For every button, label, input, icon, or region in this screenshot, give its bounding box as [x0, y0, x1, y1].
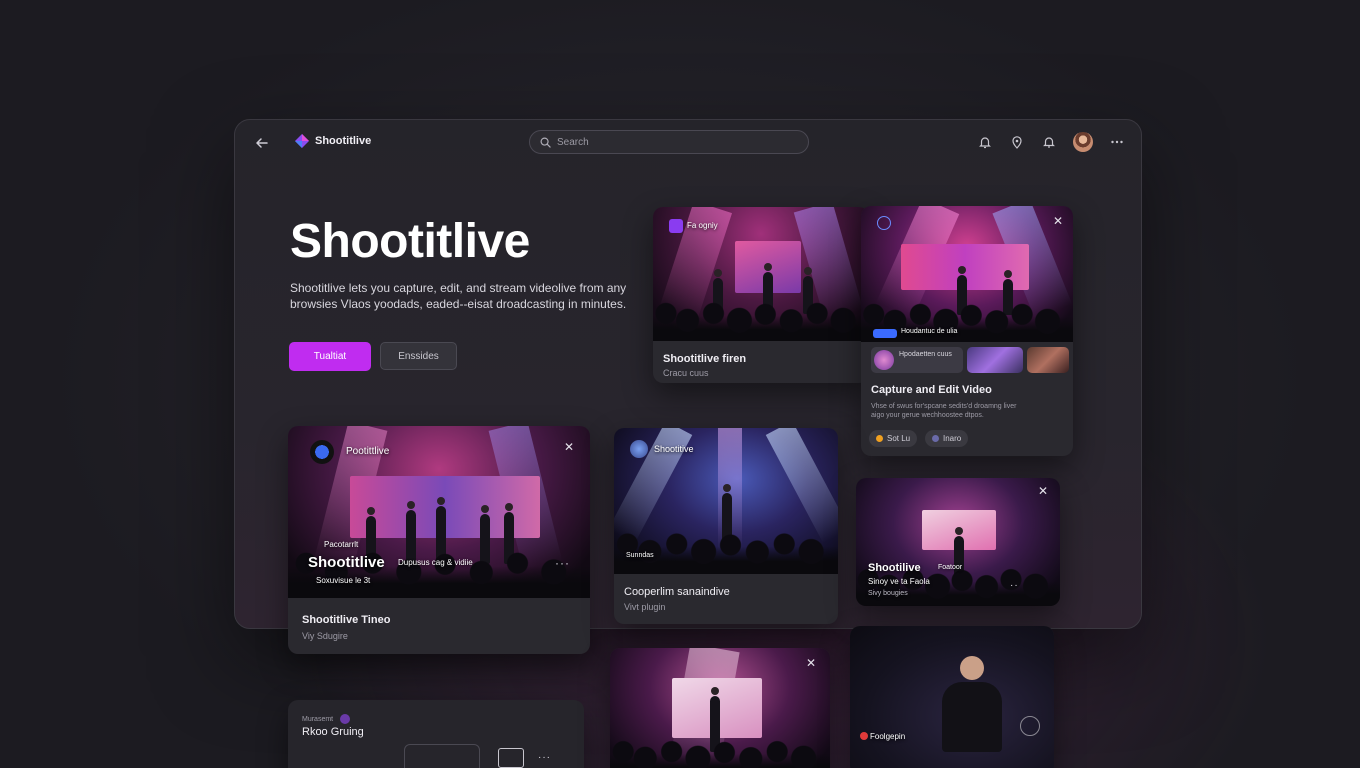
card-title: Capture and Edit Video — [871, 384, 992, 396]
live-badge — [873, 329, 897, 338]
card-subtitle: Vivt plugin — [624, 602, 666, 612]
video-card-performer[interactable]: ✕ — [610, 648, 830, 768]
more-options-icon[interactable] — [1109, 134, 1125, 150]
app-badge-icon — [669, 219, 683, 233]
search-bar[interactable] — [529, 130, 809, 154]
search-input[interactable] — [557, 136, 777, 148]
card-label: Murasemt — [302, 716, 334, 723]
video-card-bottom-left[interactable]: Murasemt Rkoo Gruing ··· — [288, 700, 584, 768]
card-title: Rkoo Gruing — [302, 726, 364, 738]
video-thumbnail: ✕ Shootilive Foatoor Sinoy ve ta Faola S… — [856, 478, 1060, 606]
overlay-extra: Dupusus cag & vidiie — [398, 558, 473, 567]
channel-avatar — [630, 440, 648, 458]
video-thumbnail: Pootittlive ✕ Pacotarrlt Shootitlive Dup… — [288, 426, 590, 598]
video-card-concert-top[interactable]: Fa ogniy Shootitlive firen Cracu cuus — [653, 207, 869, 383]
mini-thumbnail[interactable] — [1027, 347, 1069, 373]
more-options-icon[interactable]: ··· — [555, 556, 570, 570]
card-title: Shootitlive Tineo — [302, 614, 391, 626]
overlay-tag: Pacotarrlt — [324, 540, 359, 549]
top-bar: Shootitlive — [235, 120, 1141, 166]
mini-thumbnail[interactable]: Hpodaetten cuus — [871, 347, 963, 373]
card-subtitle: Cracu cuus — [663, 368, 709, 378]
channel-avatar — [310, 440, 334, 464]
card-subtitle: Sivy bougies — [868, 590, 908, 597]
chip-color-icon — [932, 435, 939, 442]
video-thumbnail: Fa ogniy — [653, 207, 869, 341]
chip-color-icon — [876, 435, 883, 442]
location-pin-icon[interactable] — [1009, 134, 1025, 150]
tag-chip[interactable]: Inaro — [925, 430, 969, 447]
primary-cta-button[interactable]: Tualtiat — [289, 342, 371, 371]
close-icon[interactable]: ✕ — [1036, 484, 1050, 498]
recording-dot — [860, 732, 868, 740]
overlay-subtitle: Soxuvisue le 3t — [316, 576, 371, 585]
brand-name: Shootitlive — [315, 135, 372, 147]
video-card-band[interactable]: Pootittlive ✕ Pacotarrlt Shootitlive Dup… — [288, 426, 590, 654]
hero-title: Shootitlive — [290, 215, 530, 268]
mini-thumbnail[interactable] — [967, 347, 1023, 373]
hero-description: Shootitlive lets you capture, edit, and … — [290, 281, 627, 311]
video-thumbnail: Foolgepin — [850, 626, 1054, 768]
top-actions — [977, 132, 1125, 152]
chip-label: Inaro — [943, 434, 962, 443]
video-thumbnail: ✕ Houdantuc de ulia — [861, 206, 1073, 342]
status-dot — [340, 714, 350, 724]
overlay-tag: Foatoor — [938, 564, 963, 571]
video-thumbnail: ✕ — [610, 648, 830, 768]
overlay-caption: Houdantuc de ulia — [901, 328, 958, 335]
chip-label: Sot Lu — [887, 434, 911, 443]
card-description: Vhse of swus for'spcane sedits'd droamng… — [871, 403, 1017, 419]
search-icon — [540, 137, 551, 148]
more-options-icon[interactable]: ··· — [538, 752, 551, 763]
settings-icon[interactable] — [1020, 716, 1040, 736]
brand[interactable]: Shootitlive — [295, 134, 371, 148]
tag-chip[interactable]: Sot Lu — [869, 430, 918, 447]
overlay-tag: Foolgepin — [870, 732, 906, 741]
more-options-icon[interactable]: ·· — [1010, 580, 1019, 591]
video-card-guitarist[interactable]: Shootitive Sunndas Cooperlim sanaindive … — [614, 428, 838, 624]
close-icon[interactable]: ✕ — [562, 440, 576, 454]
video-card-capture-edit[interactable]: ✕ Houdantuc de ulia Hpodaetten cuus Capt… — [861, 206, 1073, 456]
back-arrow-icon[interactable] — [253, 134, 271, 152]
user-avatar[interactable] — [1073, 132, 1093, 152]
video-thumbnail: Shootitive Sunndas — [614, 428, 838, 574]
card-badge: Pootittlive — [346, 446, 390, 457]
close-icon[interactable]: ✕ — [1051, 214, 1065, 228]
bell-icon[interactable] — [977, 134, 993, 150]
card-title: Cooperlim sanaindive — [624, 586, 730, 598]
live-indicator-icon — [877, 216, 891, 230]
secondary-cta-button[interactable]: Enssides — [380, 342, 457, 370]
overlay-subtitle: Sinoy ve ta Faola — [868, 577, 930, 586]
brand-logo-icon — [295, 134, 309, 148]
camera-icon[interactable] — [498, 748, 524, 768]
card-title: Shootitlive firen — [663, 353, 747, 365]
close-icon[interactable]: ✕ — [804, 656, 818, 670]
notification-icon[interactable] — [1041, 134, 1057, 150]
card-badge: Shootitive — [654, 444, 694, 454]
video-card-singer[interactable]: ✕ Shootilive Foatoor Sinoy ve ta Faola S… — [856, 478, 1060, 606]
mini-thumbnail-label: Hpodaetten cuus — [899, 351, 952, 358]
input-placeholder-box[interactable] — [404, 744, 480, 768]
overlay-caption: Sunndas — [626, 552, 654, 559]
video-card-speaker[interactable]: Foolgepin — [850, 626, 1054, 768]
card-badge: Fa ogniy — [687, 221, 718, 230]
card-subtitle: Viy Sdugire — [302, 631, 348, 641]
overlay-title: Shootitlive — [308, 554, 385, 571]
overlay-title: Shootilive — [868, 562, 921, 574]
